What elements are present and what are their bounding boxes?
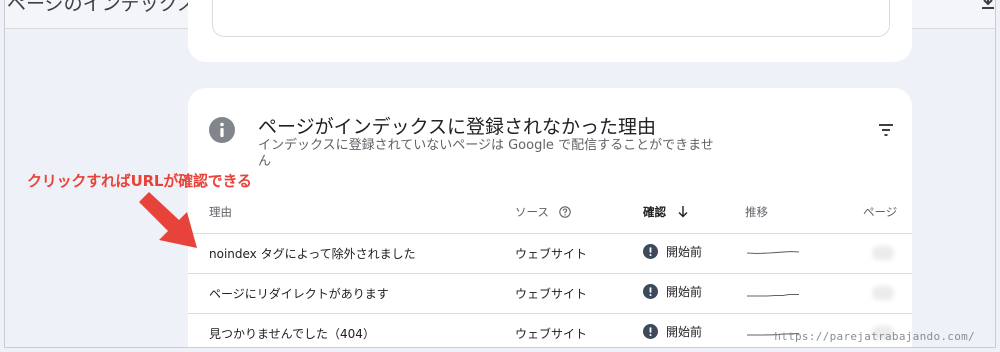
table-row[interactable]: ページにリダイレクトがあります ウェブサイト 開始前 xyxy=(188,273,912,313)
column-header-validation-label: 確認 xyxy=(643,205,666,219)
row-status: 開始前 xyxy=(643,283,702,300)
card-title: ページがインデックスに登録されなかった理由 xyxy=(258,116,657,138)
column-header-pages-label: ページ xyxy=(863,205,898,219)
not-indexed-reasons-card: ページがインデックスに登録されなかった理由 インデックスに登録されていないページ… xyxy=(188,88,912,347)
window-frame: ページのインデックス登録 ページがインデックスに登録されなかった理由 インデック… xyxy=(4,0,996,348)
row-source: ウェブサイト xyxy=(515,247,588,261)
row-source: ウェブサイト xyxy=(515,327,588,341)
red-arrow-icon xyxy=(139,192,197,248)
row-reason: noindex タグによって除外されました xyxy=(209,247,416,261)
row-status-label: 開始前 xyxy=(666,325,703,339)
previous-card xyxy=(188,0,912,62)
card-subtitle: インデックスに登録されていないページは Google で配信することができません xyxy=(258,138,714,169)
trend-sparkline xyxy=(747,293,799,297)
column-header-reason[interactable]: 理由 xyxy=(209,204,232,220)
row-status-label: 開始前 xyxy=(666,285,703,299)
column-header-reason-label: 理由 xyxy=(209,205,232,219)
column-header-source-label: ソース xyxy=(515,205,549,219)
trend-sparkline xyxy=(746,250,800,255)
row-page-count-blurred xyxy=(872,246,894,260)
column-header-source[interactable]: ソース xyxy=(515,204,571,220)
download-icon[interactable] xyxy=(981,0,995,10)
row-status-label: 開始前 xyxy=(666,245,703,259)
column-header-trend-label: 推移 xyxy=(745,205,768,219)
help-circle-icon[interactable] xyxy=(558,206,571,218)
annotation-text: クリックすればURLが確認できる xyxy=(27,172,252,190)
filter-icon[interactable] xyxy=(879,124,893,136)
column-header-validation[interactable]: 確認 xyxy=(643,204,688,220)
previous-card-chart-area xyxy=(212,0,890,37)
watermark: https://parejatrabajando.com/ xyxy=(774,330,975,343)
row-page-count-blurred xyxy=(872,286,894,300)
info-icon xyxy=(209,117,235,143)
column-header-trend[interactable]: 推移 xyxy=(745,204,768,220)
arrow-down-icon xyxy=(678,206,688,218)
row-reason: ページにリダイレクトがあります xyxy=(209,287,389,301)
exclamation-circle-icon xyxy=(643,284,658,299)
row-reason: 見つかりませんでした（404） xyxy=(209,327,375,341)
exclamation-circle-icon xyxy=(643,324,658,339)
exclamation-circle-icon xyxy=(643,244,658,259)
row-status: 開始前 xyxy=(643,323,702,340)
row-status: 開始前 xyxy=(643,243,702,260)
row-source: ウェブサイト xyxy=(515,287,588,301)
column-header-pages[interactable]: ページ xyxy=(863,204,897,220)
table-row[interactable]: noindex タグによって除外されました ウェブサイト 開始前 xyxy=(188,233,912,273)
